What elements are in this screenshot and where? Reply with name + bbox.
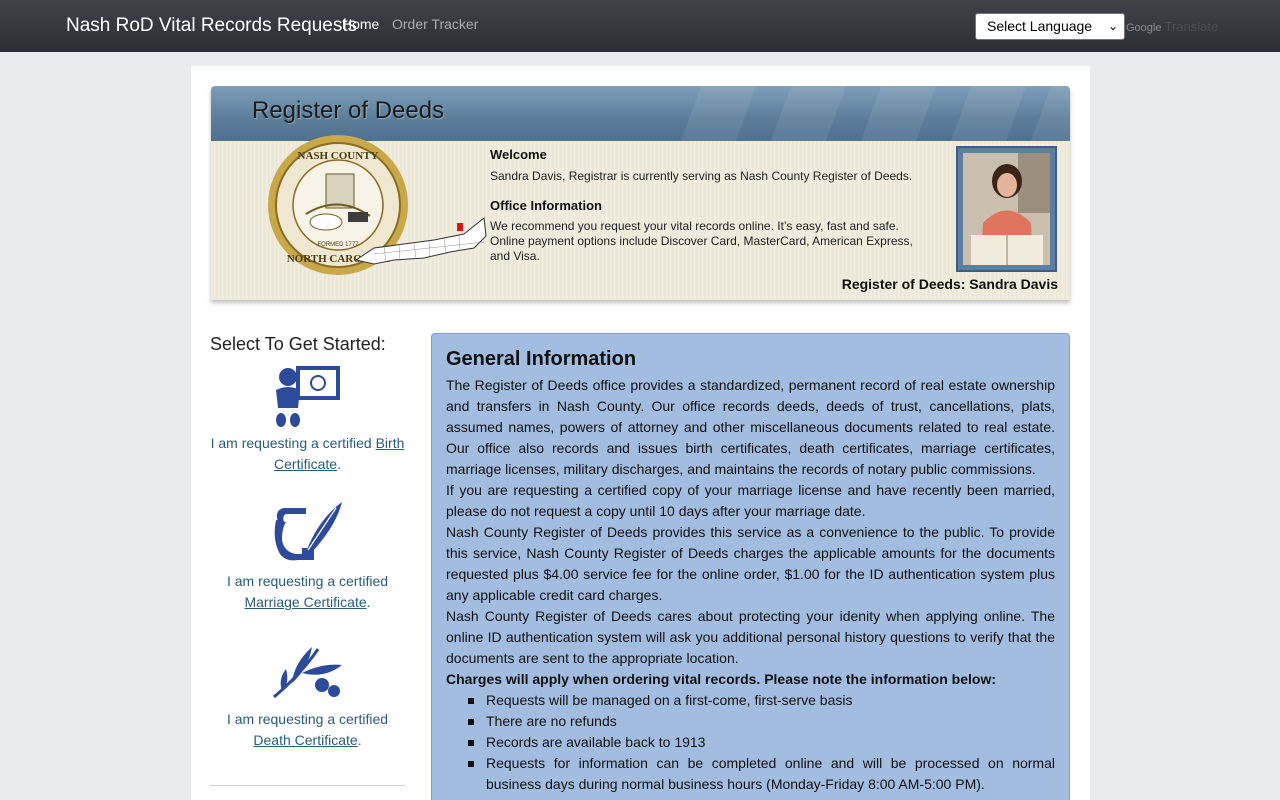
olive-branch-icon[interactable] [272, 643, 346, 708]
list-item: Requests for information can be complete… [468, 753, 1055, 795]
registrar-photo [963, 153, 1050, 265]
charges-note: Charges will apply when ordering vital r… [446, 671, 996, 687]
top-navbar: Nash RoD Vital Records Requests Home Ord… [0, 0, 1280, 52]
welcome-heading: Welcome [490, 147, 547, 162]
list-item: Records are available back to 1913 [468, 732, 1055, 753]
welcome-text: Sandra Davis, Registrar is currently ser… [490, 169, 913, 183]
svg-text:NASH COUNTY: NASH COUNTY [298, 150, 379, 162]
site-brand[interactable]: Nash RoD Vital Records Requests [66, 15, 357, 37]
birth-option-suffix: . [337, 456, 341, 472]
north-carolina-map [354, 214, 489, 271]
office-info-text: We recommend you request your vital reco… [490, 219, 913, 263]
translate-label: Translate [1164, 19, 1219, 34]
death-certificate-option: I am requesting a certified Death Certif… [210, 709, 405, 751]
marriage-certificate-option: I am requesting a certified Marriage Cer… [210, 571, 405, 613]
info-paragraph: The Register of Deeds office provides a … [446, 377, 1055, 477]
banner-header: Register of Deeds [211, 86, 1070, 141]
svg-text:FORMED 1777: FORMED 1777 [317, 242, 359, 248]
banner-title: Register of Deeds [252, 97, 445, 124]
sidebar-divider [210, 785, 405, 786]
google-translate-logo[interactable]: Google Translate [1126, 19, 1218, 34]
marriage-option-suffix: . [366, 594, 371, 610]
death-option-suffix: . [357, 732, 362, 748]
info-paragraph: Nash County Register of Deeds provides t… [446, 524, 1055, 603]
nav-order-tracker-link[interactable]: Order Tracker [392, 16, 478, 32]
info-paragraph: If you are requesting a certified copy o… [446, 482, 1055, 519]
registrar-photo-frame [956, 146, 1057, 272]
general-information-panel: General Information The Register of Deed… [431, 333, 1070, 800]
birth-certificate-option: I am requesting a certified Birth Certif… [210, 433, 405, 475]
google-logo-text: Google [1126, 22, 1162, 34]
nav-home-link[interactable]: Home [342, 16, 379, 32]
general-information-heading: General Information [446, 348, 637, 370]
registrar-caption: Register of Deeds: Sandra Davis [841, 276, 1058, 292]
marriage-option-prefix: I am requesting a certified [226, 573, 389, 589]
birth-option-prefix: I am requesting a certified [210, 435, 376, 451]
office-info-heading: Office Information [490, 198, 602, 213]
list-item: There are no refunds [468, 711, 1055, 732]
register-banner: Register of Deeds Welcome Sandra Davis, … [211, 86, 1070, 300]
language-select[interactable]: Select Language ⌄ [975, 13, 1125, 40]
marriage-certificate-link[interactable]: Marriage Certificate [244, 594, 366, 610]
general-information-body: The Register of Deeds office provides a … [446, 375, 1055, 795]
info-paragraph: Nash County Register of Deeds cares abou… [446, 608, 1055, 666]
list-item: Requests will be managed on a first-come… [468, 690, 1055, 711]
death-certificate-link[interactable]: Death Certificate [253, 732, 357, 748]
scroll-quill-icon[interactable] [272, 500, 346, 571]
death-option-prefix: I am requesting a certified [226, 711, 389, 727]
language-select-value: Select Language [987, 18, 1093, 34]
get-started-heading: Select To Get Started: [210, 334, 386, 354]
chevron-down-icon: ⌄ [1107, 19, 1118, 33]
info-bullet-list: Requests will be managed on a first-come… [446, 690, 1055, 795]
baby-certificate-icon[interactable] [270, 364, 344, 433]
